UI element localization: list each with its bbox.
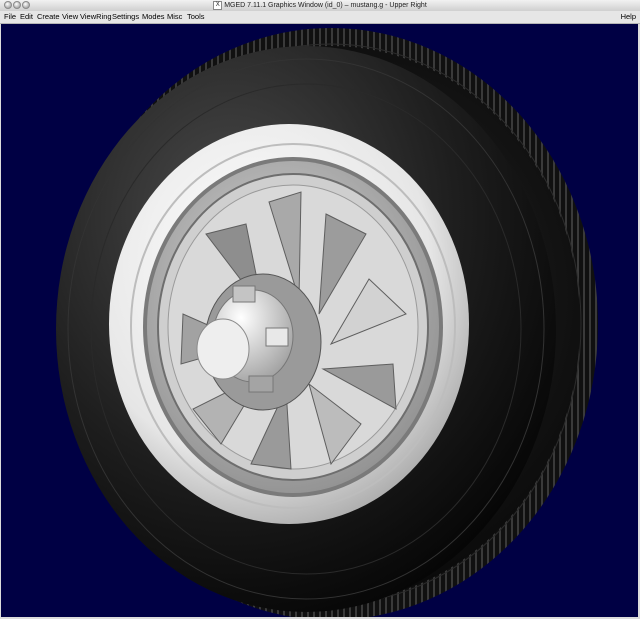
menu-help[interactable]: Help xyxy=(621,11,636,23)
menu-edit[interactable]: Edit xyxy=(20,11,33,23)
menu-view[interactable]: View xyxy=(62,11,78,23)
window-title-label: MGED 7.11.1 Graphics Window (id_0) – mus… xyxy=(224,2,427,9)
menu-create[interactable]: Create xyxy=(37,11,60,23)
graphics-viewport[interactable] xyxy=(1,24,638,617)
window-title: X MGED 7.11.1 Graphics Window (id_0) – mu… xyxy=(0,0,640,11)
menubar: File Edit Create View ViewRing Settings … xyxy=(0,11,640,24)
menu-file[interactable]: File xyxy=(4,11,16,23)
menu-tools[interactable]: Tools xyxy=(187,11,205,23)
x11-icon: X xyxy=(213,0,223,10)
wheel-render xyxy=(56,28,598,617)
menu-viewring[interactable]: ViewRing xyxy=(80,11,112,23)
menu-modes[interactable]: Modes xyxy=(142,11,165,23)
menu-settings[interactable]: Settings xyxy=(112,11,139,23)
menu-misc[interactable]: Misc xyxy=(167,11,182,23)
